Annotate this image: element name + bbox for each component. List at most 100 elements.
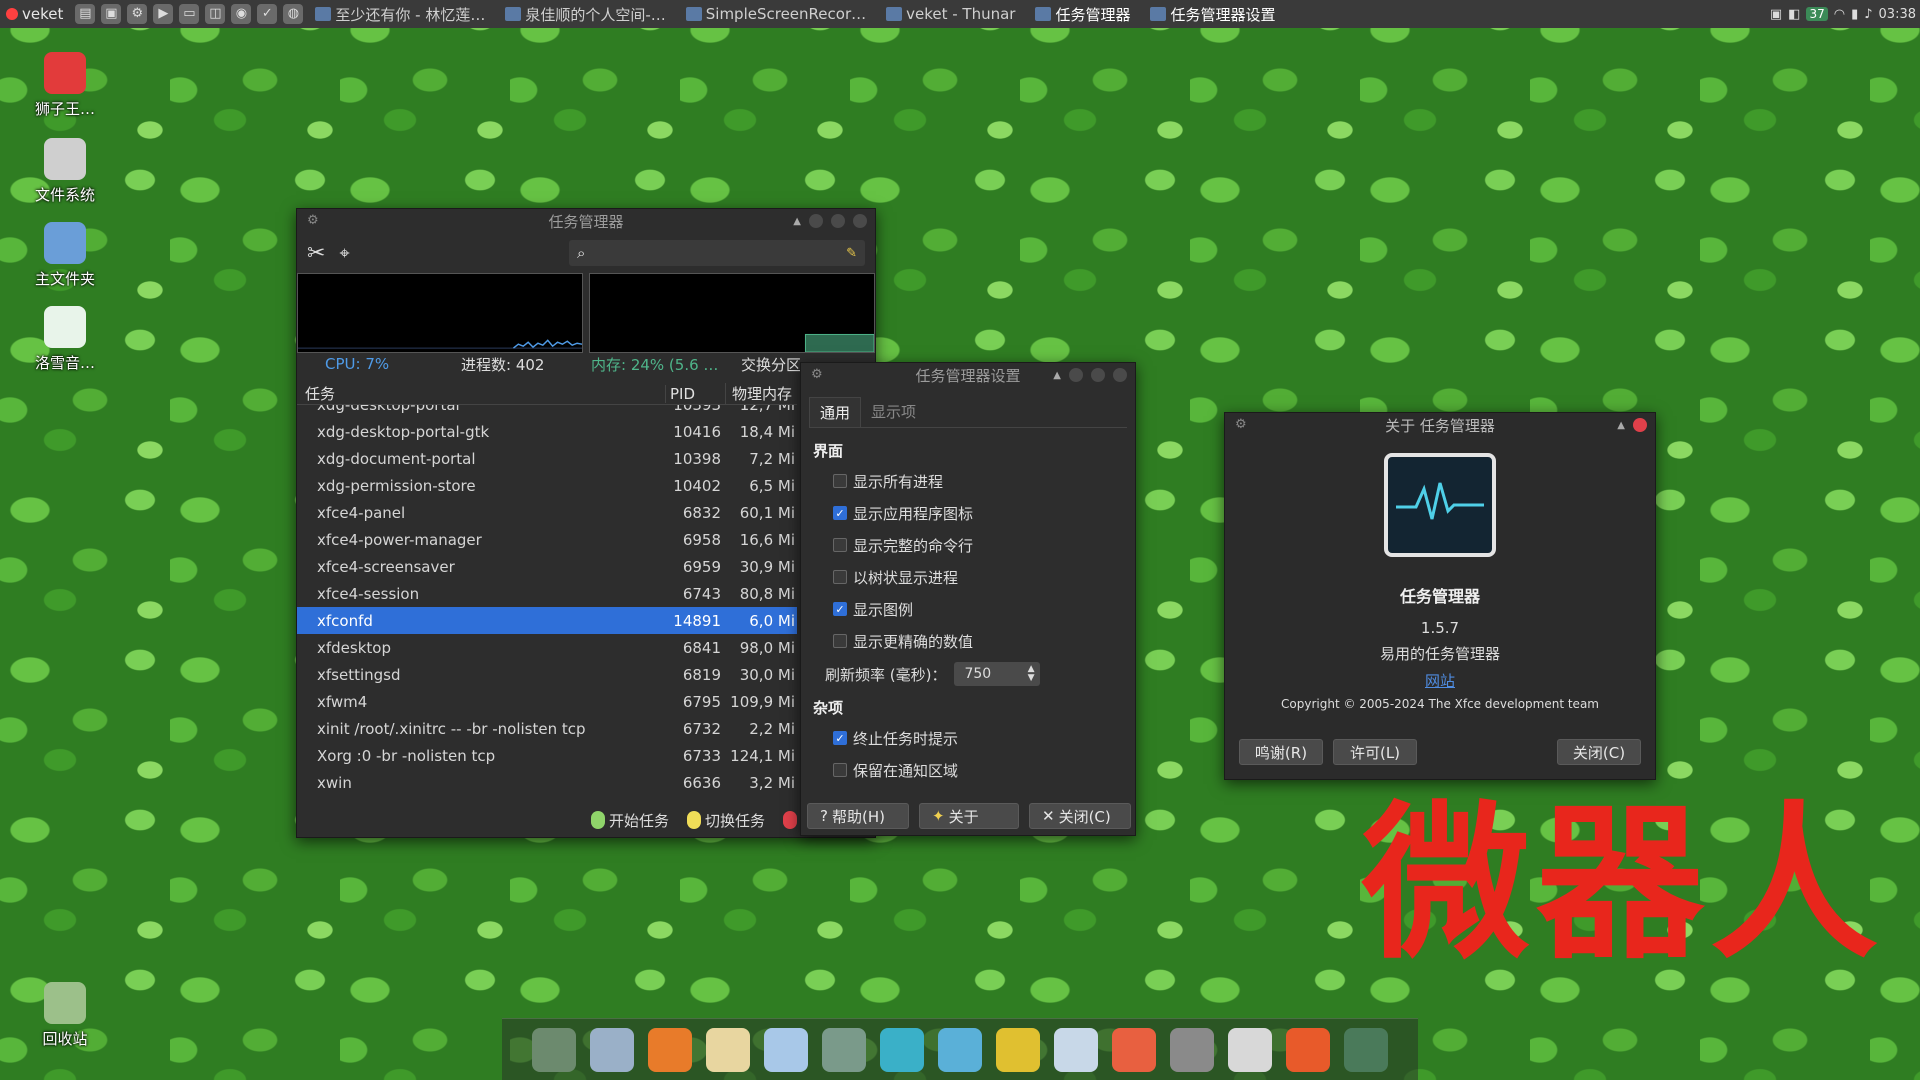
- minimize-button[interactable]: [1069, 368, 1083, 382]
- table-row[interactable]: Xorg :0 -br -nolisten tcp 6733 124,1 Mi: [297, 742, 797, 769]
- globe-icon[interactable]: ◍: [283, 4, 304, 24]
- desktop-icon[interactable]: 主文件夹: [20, 222, 110, 289]
- checkbox[interactable]: [833, 634, 847, 648]
- text-editor-icon[interactable]: [706, 1027, 750, 1072]
- titlebar[interactable]: ⚙ 关于 任务管理器 ▲: [1225, 413, 1655, 437]
- taskbar-button[interactable]: SimpleScreenRecor…: [680, 4, 872, 25]
- website-link[interactable]: 网站: [1225, 670, 1655, 691]
- close-button[interactable]: [1113, 368, 1127, 382]
- drive-icon[interactable]: [1170, 1027, 1214, 1072]
- close-button[interactable]: [1633, 418, 1647, 432]
- interface-option[interactable]: ✓ 显示应用程序图标: [813, 497, 1123, 529]
- table-row[interactable]: xwin 6636 3,2 Mi: [297, 769, 797, 796]
- checkbox[interactable]: [833, 570, 847, 584]
- about-close-button[interactable]: 关闭(C): [1557, 739, 1641, 765]
- interface-option[interactable]: 显示完整的命令行: [813, 529, 1123, 561]
- checkbox[interactable]: ✓: [833, 731, 847, 745]
- table-row[interactable]: xfce4-panel 6832 60,1 Mi: [297, 499, 797, 526]
- interface-option[interactable]: 显示所有进程: [813, 465, 1123, 497]
- taskbar-button[interactable]: 泉佳顺的个人空间-…: [499, 4, 671, 25]
- taskbar-button[interactable]: 至少还有你 - 林忆莲…: [309, 4, 491, 25]
- misc-option[interactable]: 保留在通知区域: [813, 754, 1123, 786]
- taskbar-button[interactable]: veket - Thunar: [880, 4, 1021, 25]
- misc-option[interactable]: ✓ 终止任务时提示: [813, 722, 1123, 754]
- table-row[interactable]: xfdesktop 6841 98,0 Mi: [297, 634, 797, 661]
- checkbox[interactable]: [833, 474, 847, 488]
- camera-icon[interactable]: ◉: [231, 4, 252, 24]
- crosshair-icon[interactable]: ⌖: [339, 243, 349, 264]
- rocket-icon[interactable]: [1112, 1027, 1156, 1072]
- window-menu-icon[interactable]: ⚙: [1235, 417, 1247, 432]
- license-button[interactable]: 许可(L): [1333, 739, 1417, 765]
- table-row[interactable]: xfconfd 14891 6,0 Mi: [297, 607, 797, 634]
- minimize-button[interactable]: [809, 214, 823, 228]
- checkbox[interactable]: [833, 538, 847, 552]
- browser-icon[interactable]: [648, 1027, 692, 1072]
- taskbar-button[interactable]: 任务管理器: [1029, 4, 1136, 25]
- clear-icon[interactable]: ✎: [846, 246, 857, 261]
- desktop-icon[interactable]: 回收站: [20, 982, 110, 1049]
- clock[interactable]: 03:38: [1879, 7, 1916, 22]
- shade-button[interactable]: ▲: [1617, 420, 1625, 431]
- presentation-icon[interactable]: [1054, 1027, 1098, 1072]
- column-task[interactable]: 任务: [297, 383, 665, 404]
- help-button[interactable]: ? 帮助(H): [807, 803, 909, 829]
- taskbar-button[interactable]: 任务管理器设置: [1144, 4, 1281, 25]
- layout-icon[interactable]: ◧: [1788, 7, 1800, 22]
- applications-menu[interactable]: veket: [0, 5, 69, 23]
- table-row[interactable]: xfwm4 6795 109,9 Mi: [297, 688, 797, 715]
- tray-badge[interactable]: 37: [1806, 7, 1828, 21]
- desktop-icon[interactable]: 文件系统: [20, 138, 110, 205]
- refresh-rate-spinner[interactable]: 750 ▲ ▼: [954, 662, 1041, 686]
- table-row[interactable]: xfce4-screensaver 6959 30,9 Mi: [297, 553, 797, 580]
- desktop-icon[interactable]: 洛雪音…: [20, 306, 110, 373]
- interface-option[interactable]: ✓ 显示图例: [813, 593, 1123, 625]
- gear-icon[interactable]: ⚙: [127, 4, 148, 24]
- table-row[interactable]: xfsettingsd 6819 30,0 Mi: [297, 661, 797, 688]
- process-list[interactable]: xdg-desktop-portal1039312,7 Mixdg-deskto…: [297, 405, 797, 805]
- interface-option[interactable]: 以树状显示进程: [813, 561, 1123, 593]
- window-menu-icon[interactable]: ⚙: [811, 367, 823, 382]
- settings-tools-icon[interactable]: ✂: [307, 241, 325, 266]
- interface-option[interactable]: 显示更精确的数值: [813, 625, 1123, 657]
- table-row[interactable]: xfce4-power-manager 6958 16,6 Mi: [297, 526, 797, 553]
- close-button[interactable]: [853, 214, 867, 228]
- settings-icon[interactable]: [1228, 1027, 1272, 1072]
- table-row[interactable]: xdg-desktop-portal1039312,7 Mi: [297, 405, 797, 418]
- checkbox[interactable]: [833, 763, 847, 777]
- globe-icon[interactable]: [1344, 1027, 1388, 1072]
- table-row[interactable]: xdg-document-portal 10398 7,2 Mi: [297, 445, 797, 472]
- shade-button[interactable]: ▲: [1053, 370, 1061, 381]
- credits-button[interactable]: 鸣谢(R): [1239, 739, 1323, 765]
- maximize-button[interactable]: [831, 214, 845, 228]
- screen-icon[interactable]: ▣: [1770, 7, 1782, 22]
- search-input[interactable]: [593, 245, 839, 261]
- titlebar[interactable]: ⚙ 任务管理器 ▲: [297, 209, 875, 233]
- spinner-arrows-icon[interactable]: ▲ ▼: [1028, 665, 1035, 683]
- terminal-icon[interactable]: [532, 1027, 576, 1072]
- checkbox[interactable]: ✓: [833, 506, 847, 520]
- notes-icon[interactable]: [996, 1027, 1040, 1072]
- atom-icon[interactable]: [880, 1027, 924, 1072]
- terminal-icon[interactable]: ▭: [179, 4, 200, 24]
- media-player-icon[interactable]: [938, 1027, 982, 1072]
- screenshot-icon[interactable]: ◫: [205, 4, 226, 24]
- play-icon[interactable]: ▶: [153, 4, 174, 24]
- table-row[interactable]: xdg-permission-store 10402 6,5 Mi: [297, 472, 797, 499]
- wifi-icon[interactable]: ◠: [1834, 7, 1845, 22]
- search-box[interactable]: ⌕ ✎: [569, 240, 865, 266]
- battery-icon[interactable]: ▮: [1851, 7, 1858, 22]
- tab-general[interactable]: 通用: [809, 397, 862, 427]
- firefox-icon[interactable]: [1286, 1027, 1330, 1072]
- folder-icon[interactable]: ▤: [75, 4, 96, 24]
- volume-icon[interactable]: ♪: [1864, 7, 1872, 22]
- about-button[interactable]: ✦ 关于: [919, 803, 1019, 829]
- network-icon[interactable]: [822, 1027, 866, 1072]
- monitor-icon[interactable]: ▣: [101, 4, 122, 24]
- tab-columns[interactable]: 显示项: [861, 397, 926, 427]
- window-menu-icon[interactable]: ⚙: [307, 213, 319, 228]
- titlebar[interactable]: ⚙ 任务管理器设置 ▲: [801, 363, 1135, 387]
- computer-icon[interactable]: [590, 1027, 634, 1072]
- column-pid[interactable]: PID: [665, 384, 725, 403]
- column-memory[interactable]: 物理内存: [725, 383, 797, 404]
